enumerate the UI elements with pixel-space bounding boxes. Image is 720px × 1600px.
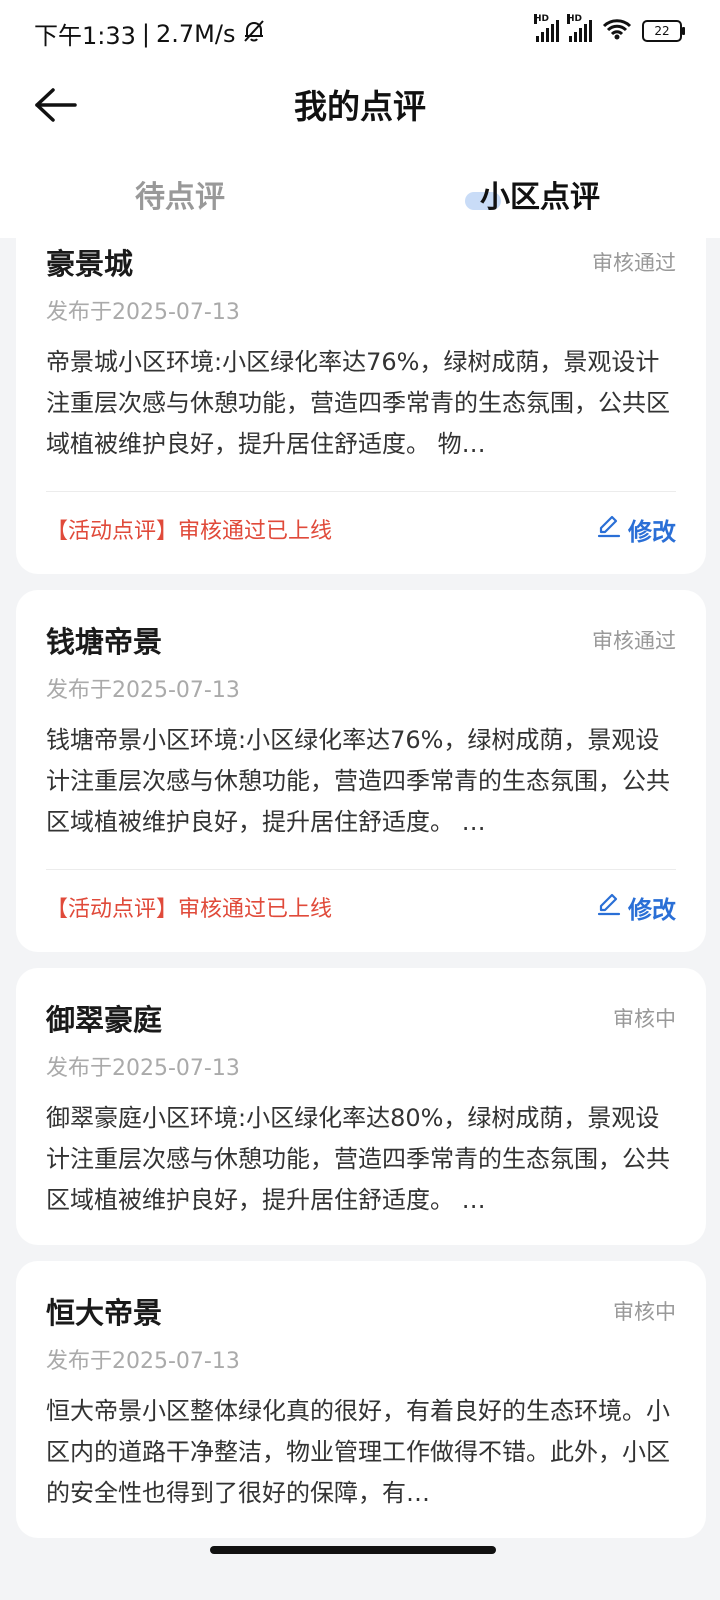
home-indicator[interactable] <box>210 1546 496 1554</box>
community-name: 豪景城 <box>46 247 134 281</box>
card-header: 钱塘帝景 审核通过 <box>46 610 676 670</box>
publish-date: 发布于2025-07-13 <box>46 1056 240 1081</box>
card-footer: 【活动点评】审核通过已上线 修改 <box>46 491 676 550</box>
publish-date: 发布于2025-07-13 <box>46 1349 240 1374</box>
status-bar: 下午1:33 | 2.7M/s HD HD 22 <box>0 0 720 70</box>
review-list-scroll[interactable]: 豪景城 审核通过 发布于2025-07-13 帝景城小区环境:小区绿化率达76%… <box>0 238 720 1568</box>
battery-level: 22 <box>654 23 670 38</box>
wifi-icon <box>602 18 632 43</box>
edit-button[interactable]: 修改 <box>596 512 676 547</box>
community-name: 钱塘帝景 <box>46 625 163 659</box>
card-header: 恒大帝景 审核中 <box>46 1281 676 1341</box>
activity-tag: 【活动点评】审核通过已上线 <box>46 897 333 922</box>
edit-button[interactable]: 修改 <box>596 890 676 925</box>
community-name: 御翠豪庭 <box>46 1003 163 1037</box>
status-separator: | <box>141 19 150 48</box>
status-right: HD HD 22 <box>534 13 685 43</box>
edit-pencil-icon <box>596 513 622 545</box>
review-status: 审核中 <box>613 1300 676 1324</box>
tab-bar: 待点评 小区点评 <box>0 150 720 238</box>
review-status: 审核通过 <box>592 251 676 275</box>
card-header: 御翠豪庭 审核中 <box>46 988 676 1048</box>
publish-date: 发布于2025-07-13 <box>46 678 240 703</box>
edit-label: 修改 <box>628 517 676 546</box>
review-text: 御翠豪庭小区环境:小区绿化率达80%，绿树成荫，景观设计注重层次感与休憩功能，营… <box>46 1104 670 1214</box>
status-net-speed: 2.7M/s <box>156 19 236 48</box>
review-card[interactable]: 豪景城 审核通过 发布于2025-07-13 帝景城小区环境:小区绿化率达76%… <box>16 238 706 574</box>
cellular-signal-icon: HD <box>534 13 559 42</box>
review-text: 恒大帝景小区整体绿化真的很好，有着良好的生态环境。小区内的道路干净整洁，物业管理… <box>46 1397 670 1507</box>
publish-date: 发布于2025-07-13 <box>46 300 240 325</box>
hd-label: HD <box>534 13 550 24</box>
review-card[interactable]: 恒大帝景 审核中 发布于2025-07-13 恒大帝景小区整体绿化真的很好，有着… <box>16 1261 706 1538</box>
tab-community-review[interactable]: 小区点评 <box>360 150 720 238</box>
review-text: 钱塘帝景小区环境:小区绿化率达76%，绿树成荫，景观设计注重层次感与休憩功能，营… <box>46 726 670 836</box>
status-time: 下午1:33 <box>34 22 136 50</box>
page-title: 我的点评 <box>294 87 426 126</box>
tab-label: 小区点评 <box>480 180 600 215</box>
edit-label: 修改 <box>628 895 676 924</box>
battery-icon: 22 <box>642 19 685 42</box>
tab-pending-review[interactable]: 待点评 <box>0 150 360 238</box>
review-status: 审核通过 <box>592 629 676 653</box>
review-text: 帝景城小区环境:小区绿化率达76%，绿树成荫，景观设计注重层次感与休憩功能，营造… <box>46 348 670 458</box>
review-list: 豪景城 审核通过 发布于2025-07-13 帝景城小区环境:小区绿化率达76%… <box>16 238 706 1554</box>
tab-label: 待点评 <box>135 180 225 215</box>
activity-tag: 【活动点评】审核通过已上线 <box>46 519 333 544</box>
community-name: 恒大帝景 <box>46 1296 163 1330</box>
review-card[interactable]: 御翠豪庭 审核中 发布于2025-07-13 御翠豪庭小区环境:小区绿化率达80… <box>16 968 706 1245</box>
status-left: 下午1:33 | 2.7M/s <box>34 16 267 51</box>
bell-off-icon <box>241 18 267 50</box>
edit-pencil-icon <box>596 891 622 923</box>
card-footer: 【活动点评】审核通过已上线 修改 <box>46 869 676 928</box>
review-card[interactable]: 钱塘帝景 审核通过 发布于2025-07-13 钱塘帝景小区环境:小区绿化率达7… <box>16 590 706 952</box>
review-status: 审核中 <box>613 1007 676 1031</box>
card-header: 豪景城 审核通过 <box>46 238 676 292</box>
hd-label-2: HD <box>567 13 583 24</box>
nav-bar: 我的点评 <box>0 70 720 150</box>
cellular-signal-icon-2: HD <box>567 13 592 42</box>
